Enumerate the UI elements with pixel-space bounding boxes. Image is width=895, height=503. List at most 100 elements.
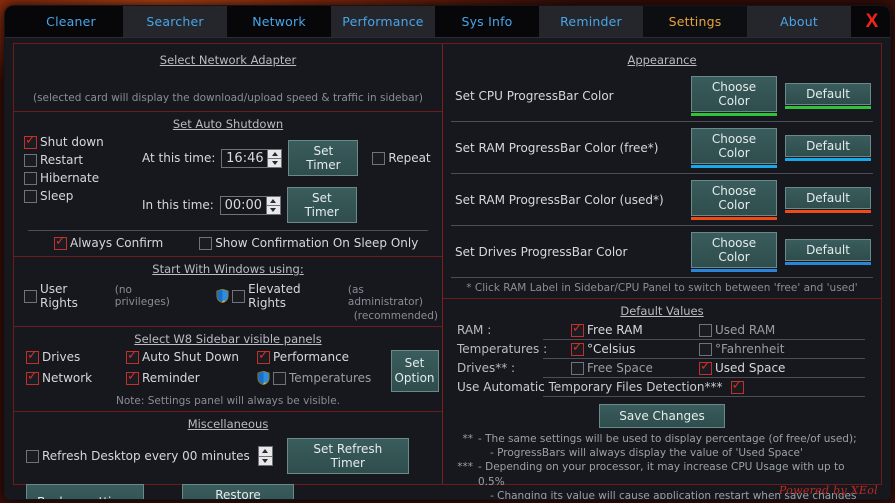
cpu-default-button[interactable]: Default <box>785 83 871 105</box>
tab-settings[interactable]: Settings <box>643 6 747 37</box>
checkbox-hibernate[interactable] <box>24 171 37 185</box>
refresh-spin-up[interactable] <box>257 446 273 456</box>
default-drives-row: Drives** : Free Space Used Space <box>443 359 881 377</box>
cpu-choose-color[interactable]: Choose Color <box>691 76 777 116</box>
checkbox-drives[interactable] <box>26 348 39 364</box>
drives-choose-color-button[interactable]: Choose Color <box>691 232 777 268</box>
checkbox-always-confirm[interactable] <box>54 234 67 250</box>
start-with-windows-link[interactable]: Start With Windows using: <box>14 257 442 279</box>
checkbox-auto-shut-down[interactable] <box>126 348 139 364</box>
default-free-space-option[interactable]: Free Space <box>571 361 699 375</box>
tab-reminder[interactable]: Reminder <box>539 6 643 37</box>
default-used-ram-option[interactable]: Used RAM <box>699 323 829 337</box>
set-option-button[interactable]: Set Option <box>390 350 439 392</box>
backup-settings-button[interactable]: Backup settings <box>26 484 144 499</box>
drives-choose-color[interactable]: Choose Color <box>691 232 777 272</box>
ram-free-choose-color[interactable]: Choose Color <box>691 128 777 168</box>
ram-free-default-color[interactable]: Default <box>785 135 871 161</box>
refresh-minutes-spinner[interactable] <box>257 446 273 466</box>
default-celsius-option[interactable]: °Celsius <box>571 340 699 356</box>
elevated-rights-option[interactable]: Elevated Rights (as administrator) <box>216 282 442 310</box>
tab-searcher[interactable]: Searcher <box>123 6 227 37</box>
label-hibernate: Hibernate <box>40 171 100 185</box>
ram-used-choose-color[interactable]: Choose Color <box>691 180 777 220</box>
refresh-spin-down[interactable] <box>257 455 273 466</box>
at-time-spinner[interactable] <box>221 148 283 168</box>
checkbox-repeat[interactable] <box>372 151 386 165</box>
checkbox-performance[interactable] <box>257 348 270 364</box>
checkbox-used-space[interactable] <box>699 359 712 375</box>
ram-used-choose-color-button[interactable]: Choose Color <box>691 180 777 216</box>
checkbox-shut-down[interactable] <box>24 133 37 149</box>
restore-settings-button[interactable]: Restore settings <box>182 484 294 499</box>
drives-default-color[interactable]: Default <box>785 239 871 265</box>
at-time-spin-down[interactable] <box>267 157 283 168</box>
checkbox-user-rights[interactable] <box>24 289 37 303</box>
default-used-space-option[interactable]: Used Space <box>699 359 829 375</box>
in-this-time-label: In this time: <box>142 198 214 212</box>
refresh-desktop-option[interactable]: Refresh Desktop every 00 minutes <box>26 449 250 463</box>
auto-temp-detection-row[interactable]: Use Automatic Temporary Files Detection*… <box>443 378 881 396</box>
tab-cleaner[interactable]: Cleaner <box>19 6 123 37</box>
checkbox-free-ram[interactable] <box>571 321 584 337</box>
panel-option-drives[interactable]: Drives <box>26 348 126 364</box>
checkbox-auto-temp-detection[interactable] <box>730 378 744 394</box>
set-timer-at-button[interactable]: Set Timer <box>288 140 359 176</box>
panel-option-temperatures[interactable]: Temperatures <box>257 371 387 385</box>
in-time-spinner[interactable] <box>219 195 281 215</box>
default-free-ram-option[interactable]: Free RAM <box>571 321 699 337</box>
checkbox-elevated-rights[interactable] <box>232 289 246 303</box>
at-time-input[interactable] <box>221 148 268 168</box>
shutdown-option-shut-down[interactable]: Shut down <box>24 133 142 149</box>
checkbox-fahrenheit[interactable] <box>699 342 712 356</box>
tab-performance[interactable]: Performance <box>331 6 435 37</box>
in-time-input[interactable] <box>219 195 266 215</box>
repeat-option[interactable]: Repeat <box>372 151 431 165</box>
shutdown-option-hibernate[interactable]: Hibernate <box>24 171 142 185</box>
checkbox-reminder[interactable] <box>126 369 139 385</box>
sleep-only-confirm-option[interactable]: Show Confirmation On Sleep Only <box>199 236 418 250</box>
tab-about[interactable]: About <box>747 6 851 37</box>
cpu-choose-color-button[interactable]: Choose Color <box>691 76 777 112</box>
at-time-spin-up[interactable] <box>267 148 283 158</box>
ram-free-choose-color-button[interactable]: Choose Color <box>691 128 777 164</box>
in-time-spin-down[interactable] <box>265 204 281 215</box>
ram-free-default-button[interactable]: Default <box>785 135 871 157</box>
shutdown-option-sleep[interactable]: Sleep <box>24 189 142 203</box>
in-time-spin-up[interactable] <box>265 195 281 205</box>
drives-default-button[interactable]: Default <box>785 239 871 261</box>
default-values-link[interactable]: Default Values <box>443 299 881 321</box>
set-refresh-timer-button[interactable]: Set Refresh Timer <box>286 438 409 474</box>
checkbox-sleep[interactable] <box>24 189 37 203</box>
select-network-adapter-link[interactable]: Select Network Adapter <box>14 44 442 70</box>
ram-used-default-color[interactable]: Default <box>785 187 871 213</box>
checkbox-temperatures[interactable] <box>273 371 286 385</box>
cpu-default-color[interactable]: Default <box>785 83 871 109</box>
close-icon[interactable]: X <box>854 6 890 37</box>
set-timer-in-button[interactable]: Set Timer <box>286 187 357 223</box>
checkbox-network[interactable] <box>26 369 39 385</box>
checkbox-celsius[interactable] <box>571 340 584 356</box>
checkbox-refresh-desktop[interactable] <box>26 449 39 463</box>
panel-option-reminder[interactable]: Reminder <box>126 369 257 385</box>
set-auto-shutdown-link[interactable]: Set Auto Shutdown <box>14 112 442 134</box>
panel-option-auto-shut-down[interactable]: Auto Shut Down <box>126 348 257 364</box>
panel-option-performance[interactable]: Performance <box>257 348 387 364</box>
save-changes-button[interactable]: Save Changes <box>599 404 725 428</box>
ram-used-default-button[interactable]: Default <box>785 187 871 209</box>
default-fahrenheit-option[interactable]: °Fahrenheit <box>699 342 829 356</box>
checkbox-sleep-only-confirm[interactable] <box>199 236 213 250</box>
shutdown-option-restart[interactable]: Restart <box>24 153 142 167</box>
appearance-link[interactable]: Appearance <box>443 44 881 70</box>
checkbox-restart[interactable] <box>24 153 37 167</box>
sidebar-panels-link[interactable]: Select W8 Sidebar visible panels <box>14 327 442 349</box>
miscellaneous-link[interactable]: Miscellaneous <box>14 412 442 434</box>
tab-network[interactable]: Network <box>227 6 331 37</box>
checkbox-used-ram[interactable] <box>699 323 712 337</box>
checkbox-free-space[interactable] <box>571 361 584 375</box>
user-rights-option[interactable]: User Rights (no privileges) <box>24 282 190 310</box>
label-auto-shut-down: Auto Shut Down <box>142 350 240 364</box>
tab-sys-info[interactable]: Sys Info <box>435 6 539 37</box>
always-confirm-option[interactable]: Always Confirm <box>54 234 163 250</box>
panel-option-network[interactable]: Network <box>26 369 126 385</box>
